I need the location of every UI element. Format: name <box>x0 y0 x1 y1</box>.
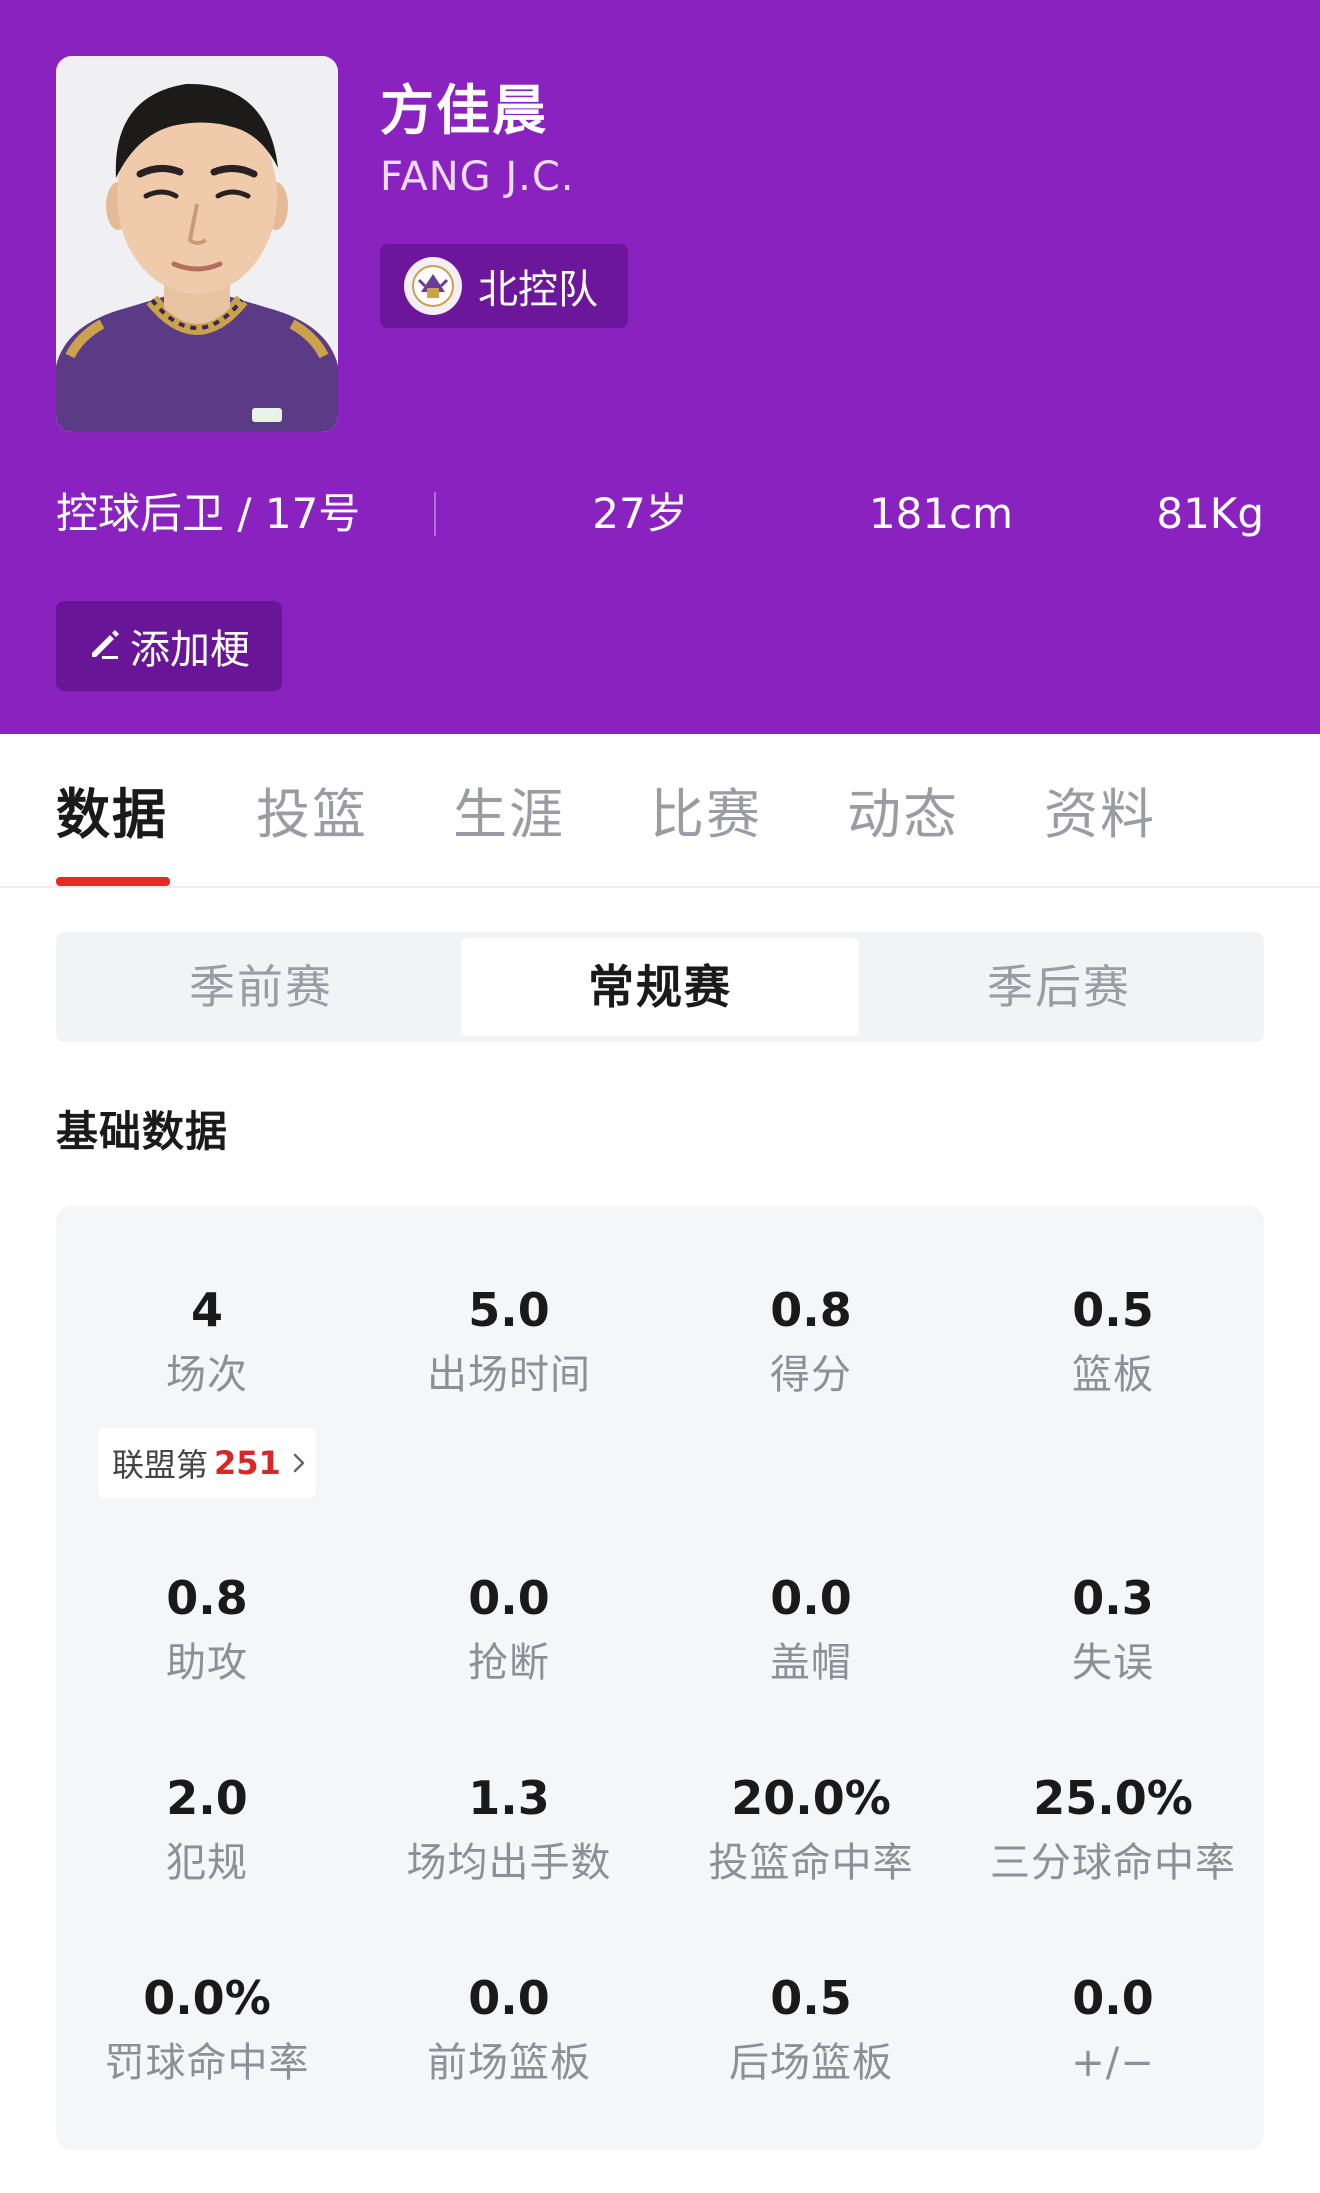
rank-value: 251 <box>214 1444 281 1482</box>
stat-value: 5.0 <box>468 1283 550 1337</box>
stat-turnovers: 0.3 失误 <box>962 1566 1264 1692</box>
stat-label: 抢断 <box>468 1640 550 1686</box>
stat-label: 后场篮板 <box>729 2040 893 2086</box>
stat-field-goal-attempts: 1.3 场均出手数 <box>358 1766 660 1892</box>
stat-value: 0.8 <box>166 1571 248 1625</box>
player-weight: 81Kg <box>1156 489 1264 538</box>
pencil-icon <box>88 627 122 665</box>
content-sheet: 数据 投篮 生涯 比赛 动态 资料 季前赛 常规赛 季后赛 基础数据 4 场次 … <box>0 734 1320 2193</box>
stat-label: +/− <box>1071 2040 1155 2086</box>
stat-label: 三分球命中率 <box>990 1840 1236 1886</box>
season-type-selector: 季前赛 常规赛 季后赛 <box>56 932 1264 1042</box>
stat-value: 4 <box>190 1283 223 1337</box>
stat-points: 0.8 得分 <box>660 1278 962 1404</box>
player-name-cn: 方佳晨 <box>380 79 548 142</box>
stat-value: 0.0 <box>770 1571 852 1625</box>
stat-blocks: 0.0 盖帽 <box>660 1566 962 1692</box>
tab-career[interactable]: 生涯 <box>453 770 565 849</box>
player-age: 27岁 <box>592 489 688 538</box>
stat-value: 0.0 <box>468 1571 550 1625</box>
stat-label: 投篮命中率 <box>708 1840 914 1886</box>
tab-shooting[interactable]: 投篮 <box>256 770 368 849</box>
add-meme-button[interactable]: 添加梗 <box>56 601 282 691</box>
stat-label: 前场篮板 <box>427 2040 591 2086</box>
tab-news[interactable]: 动态 <box>847 770 959 849</box>
main-tabs: 数据 投篮 生涯 比赛 动态 资料 <box>0 734 1320 888</box>
stat-label: 篮板 <box>1072 1352 1154 1398</box>
stat-label: 场均出手数 <box>406 1840 612 1886</box>
stat-fouls: 2.0 犯规 <box>56 1766 358 1892</box>
stat-value: 0.5 <box>770 1971 852 2025</box>
stat-value: 20.0% <box>731 1771 891 1825</box>
stat-value: 0.0% <box>143 1971 271 2025</box>
segment-regular-season[interactable]: 常规赛 <box>461 938 859 1036</box>
player-header: 方佳晨 FANG J.C. 北控队 控球后卫 / 17号 27岁 181cm 8… <box>0 0 1320 734</box>
info-divider <box>434 492 436 536</box>
stat-three-point-pct: 25.0% 三分球命中率 <box>962 1766 1264 1892</box>
player-name-en: FANG J.C. <box>380 154 575 200</box>
basic-stats-card: 4 场次 5.0 出场时间 0.8 得分 0.5 篮板 联盟第 251 0.8 <box>56 1206 1264 2150</box>
player-photo <box>56 56 338 432</box>
stat-minutes: 5.0 出场时间 <box>358 1278 660 1404</box>
stat-value: 0.8 <box>770 1283 852 1337</box>
stat-label: 犯规 <box>166 1840 248 1886</box>
stat-free-throw-pct: 0.0% 罚球命中率 <box>56 1966 358 2092</box>
team-logo-icon <box>404 257 462 315</box>
chevron-right-icon <box>291 1451 307 1475</box>
player-height: 181cm <box>868 489 1014 538</box>
tab-profile[interactable]: 资料 <box>1044 770 1156 849</box>
stat-value: 1.3 <box>468 1771 550 1825</box>
stat-games: 4 场次 <box>56 1278 358 1404</box>
player-position-number: 控球后卫 / 17号 <box>56 489 361 538</box>
rank-prefix: 联盟第 <box>112 1446 209 1484</box>
stat-label: 助攻 <box>166 1640 248 1686</box>
active-tab-indicator <box>56 877 170 886</box>
stat-value: 0.0 <box>1072 1971 1154 2025</box>
stat-label: 罚球命中率 <box>104 2040 310 2086</box>
tab-games[interactable]: 比赛 <box>650 770 762 849</box>
player-info-row: 控球后卫 / 17号 27岁 181cm 81Kg <box>56 482 1264 546</box>
stat-offensive-rebounds: 0.0 前场篮板 <box>358 1966 660 2092</box>
stat-value: 2.0 <box>166 1771 248 1825</box>
league-rank-chip[interactable]: 联盟第 251 <box>98 1428 316 1498</box>
stat-rebounds: 0.5 篮板 <box>962 1278 1264 1404</box>
stat-label: 失误 <box>1072 1640 1154 1686</box>
section-title-basic-stats: 基础数据 <box>56 1107 229 1156</box>
tab-data[interactable]: 数据 <box>56 770 168 849</box>
stat-assists: 0.8 助攻 <box>56 1566 358 1692</box>
stat-value: 25.0% <box>1033 1771 1193 1825</box>
team-name: 北控队 <box>478 267 598 313</box>
stat-steals: 0.0 抢断 <box>358 1566 660 1692</box>
stat-defensive-rebounds: 0.5 后场篮板 <box>660 1966 962 2092</box>
segment-playoffs[interactable]: 季后赛 <box>860 938 1258 1036</box>
stat-label: 盖帽 <box>770 1640 852 1686</box>
stat-plus-minus: 0.0 +/− <box>962 1966 1264 2092</box>
stat-value: 0.0 <box>468 1971 550 2025</box>
stat-label: 出场时间 <box>427 1352 591 1398</box>
team-chip[interactable]: 北控队 <box>380 244 628 328</box>
stat-field-goal-pct: 20.0% 投篮命中率 <box>660 1766 962 1892</box>
stat-value: 0.5 <box>1072 1283 1154 1337</box>
add-meme-label: 添加梗 <box>130 627 250 673</box>
stat-label: 得分 <box>770 1352 852 1398</box>
stat-value: 0.3 <box>1072 1571 1154 1625</box>
stat-label: 场次 <box>166 1352 248 1398</box>
segment-preseason[interactable]: 季前赛 <box>62 938 460 1036</box>
